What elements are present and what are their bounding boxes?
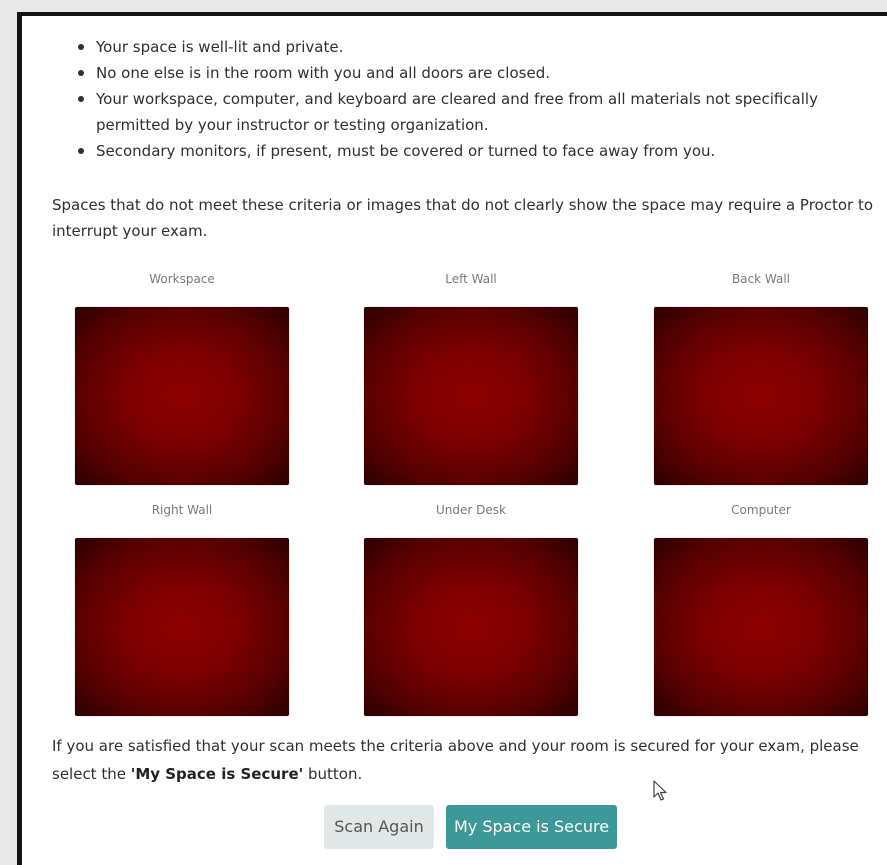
scan-label-under-desk: Under Desk <box>436 503 506 517</box>
scan-again-button[interactable]: Scan Again <box>324 805 434 849</box>
bullet-icon <box>78 70 84 76</box>
instructions-text-end: button. <box>303 765 363 783</box>
scan-label-right-wall: Right Wall <box>151 503 213 517</box>
bullet-icon <box>78 148 84 154</box>
proctor-note: Spaces that do not meet these criteria o… <box>52 196 874 240</box>
confirmation-instructions: If you are satisfied that your scan meet… <box>52 732 882 788</box>
scan-image-under-desk <box>364 538 578 716</box>
scan-image-right-wall <box>75 538 289 716</box>
instructions-button-name: 'My Space is Secure' <box>130 765 304 783</box>
criteria-item: No one else is in the room with you and … <box>60 60 887 86</box>
my-space-is-secure-button[interactable]: My Space is Secure <box>446 805 617 849</box>
criteria-text: No one else is in the room with you and … <box>96 64 550 82</box>
criteria-text: Your workspace, computer, and keyboard a… <box>96 90 818 134</box>
scan-image-workspace <box>75 307 289 485</box>
scan-image-back-wall <box>654 307 868 485</box>
criteria-text: Your space is well-lit and private. <box>96 38 344 56</box>
criteria-text: Secondary monitors, if present, must be … <box>96 142 716 160</box>
scan-image-computer <box>654 538 868 716</box>
scan-label-workspace: Workspace <box>149 272 215 286</box>
room-scan-panel: Your space is well-lit and private. No o… <box>22 16 887 865</box>
bullet-icon <box>78 96 84 102</box>
criteria-list: Your space is well-lit and private. No o… <box>60 34 887 164</box>
bullet-icon <box>78 44 84 50</box>
scan-image-left-wall <box>364 307 578 485</box>
criteria-item: Secondary monitors, if present, must be … <box>60 138 887 164</box>
criteria-item: Your space is well-lit and private. <box>60 34 887 60</box>
scan-label-computer: Computer <box>731 503 791 517</box>
mouse-cursor-icon <box>653 780 667 801</box>
scan-label-left-wall: Left Wall <box>445 272 497 286</box>
scan-label-back-wall: Back Wall <box>731 272 791 286</box>
criteria-item: Your workspace, computer, and keyboard a… <box>60 86 887 138</box>
